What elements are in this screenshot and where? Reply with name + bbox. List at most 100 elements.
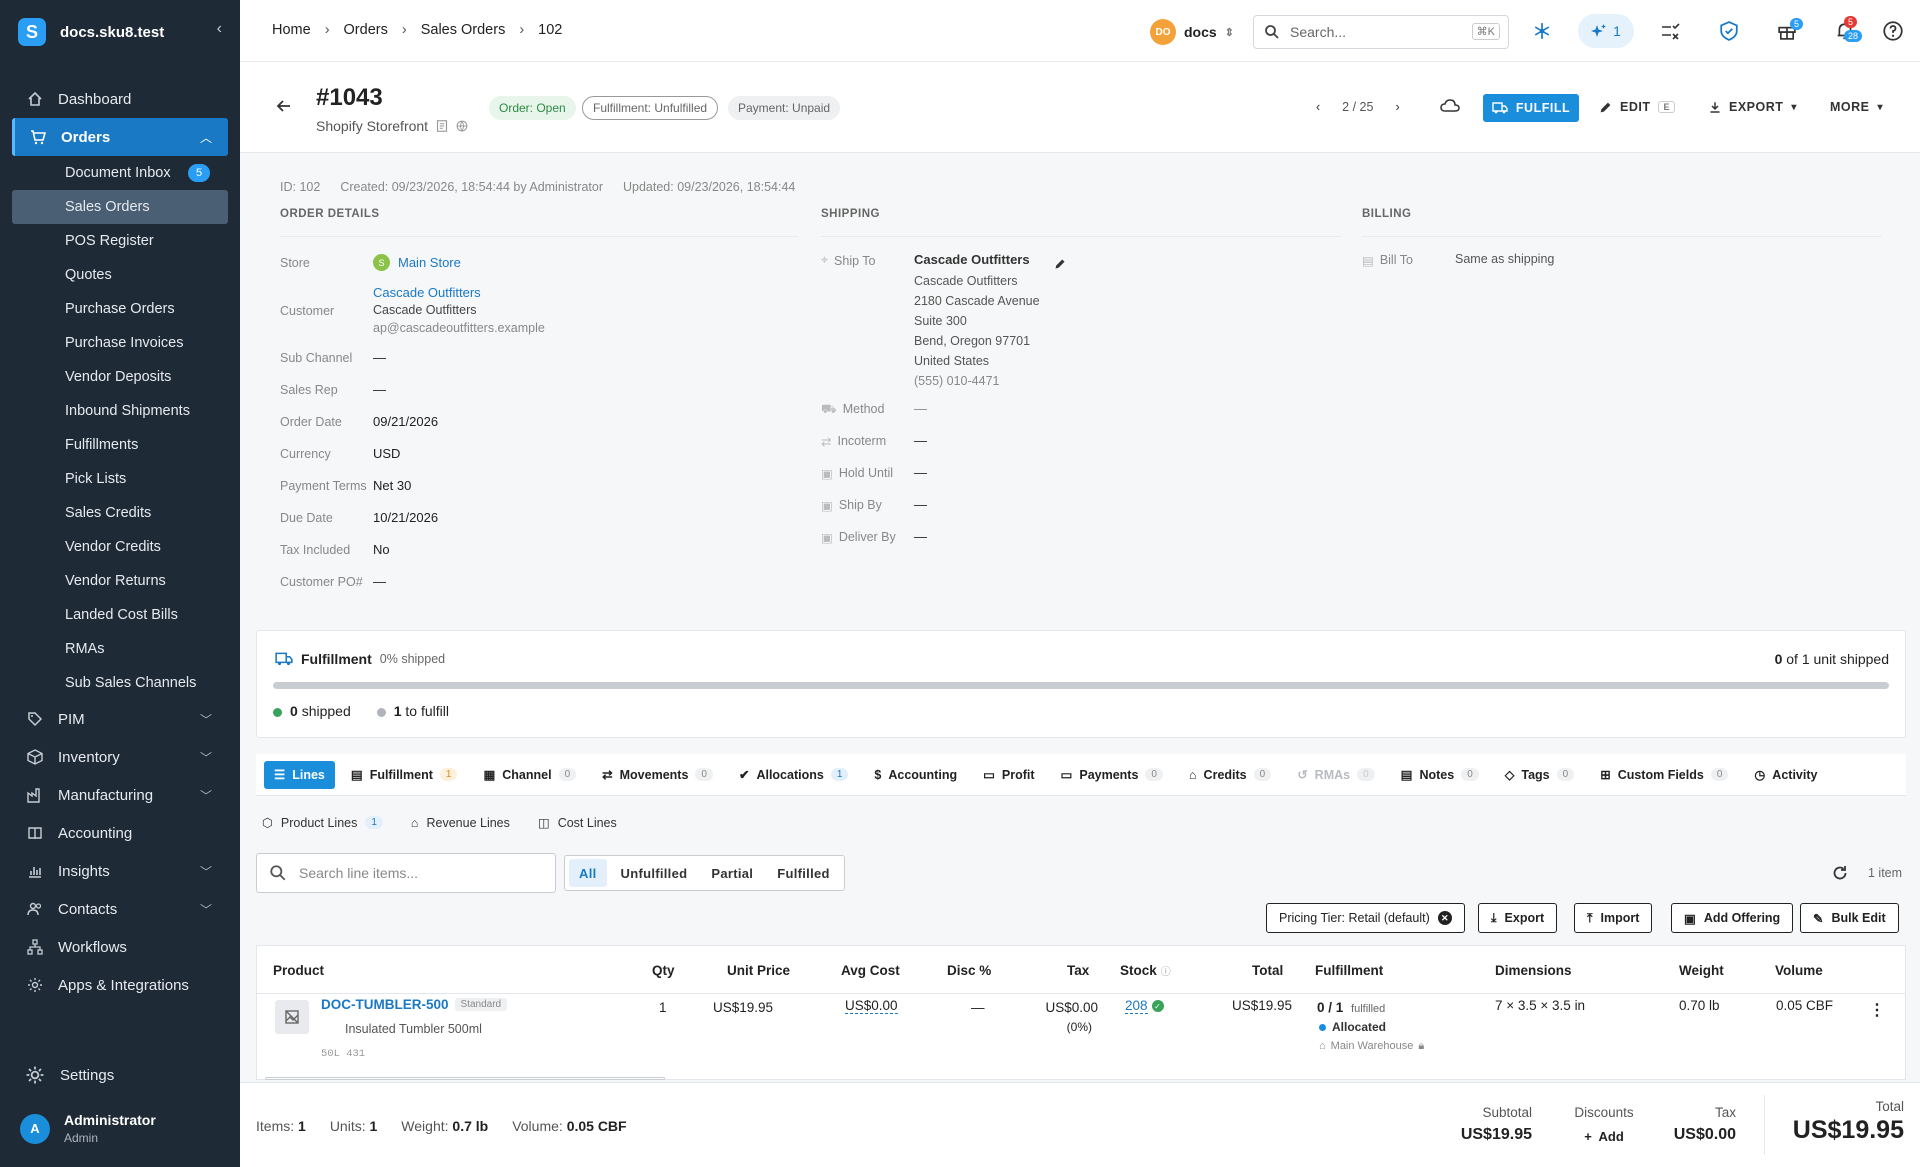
sidebar-sub-vendor-credits[interactable]: Vendor Credits [12, 530, 228, 564]
discount-cell[interactable]: — [971, 1000, 985, 1015]
tab-credits[interactable]: ⌂ Credits 0 [1179, 761, 1281, 789]
close-circle-icon[interactable]: ✕ [1437, 911, 1452, 925]
sidebar-item-dashboard[interactable]: Dashboard [12, 80, 228, 118]
sidebar-item-settings[interactable]: Settings [26, 1066, 114, 1084]
export-button[interactable]: EXPORT ▾ [1709, 100, 1797, 114]
back-arrow-icon[interactable] [276, 98, 292, 114]
row-menu-icon[interactable]: ⋮ [1869, 1000, 1885, 1020]
shield-icon[interactable] [1718, 20, 1740, 42]
column-header-tax[interactable]: Tax [1067, 963, 1089, 978]
column-header-unit-price[interactable]: Unit Price [727, 963, 790, 978]
stock-link[interactable]: 208 [1125, 998, 1148, 1014]
sidebar-sub-pick-lists[interactable]: Pick Lists [12, 462, 228, 496]
horizontal-scrollbar[interactable] [265, 1077, 665, 1080]
sidebar-item-inventory[interactable]: Inventory ﹀ [12, 738, 228, 776]
subtab-cost-lines[interactable]: ◫ Cost Lines [538, 815, 617, 831]
sidebar-item-accounting[interactable]: Accounting [12, 814, 228, 852]
more-button[interactable]: MORE ▾ [1830, 100, 1883, 114]
sidebar-item-apps-integrations[interactable]: Apps & Integrations [12, 966, 228, 1004]
sidebar-item-manufacturing[interactable]: Manufacturing ﹀ [12, 776, 228, 814]
column-header-total[interactable]: Total [1252, 963, 1283, 978]
filter-all[interactable]: All [569, 859, 607, 887]
sidebar-sub-document-inbox[interactable]: Document Inbox 5 [12, 156, 228, 190]
sidebar-sub-purchase-orders[interactable]: Purchase Orders [12, 292, 228, 326]
refresh-icon[interactable] [1832, 865, 1848, 881]
brand[interactable]: S docs.sku8.test [18, 18, 164, 46]
chevron-right-icon[interactable]: › [1395, 100, 1399, 114]
tab-fulfillment[interactable]: ▤ Fulfillment 1 [341, 761, 468, 789]
sidebar-sub-inbound-shipments[interactable]: Inbound Shipments [12, 394, 228, 428]
subtab-revenue-lines[interactable]: ⌂ Revenue Lines [411, 815, 510, 830]
unit-price-cell[interactable]: US$19.95 [713, 1000, 773, 1015]
import-lines-button[interactable]: ⤒ Import [1574, 903, 1653, 933]
tab-accounting[interactable]: $ Accounting [864, 761, 967, 789]
cloud-sync-icon[interactable] [1440, 98, 1460, 114]
tab-notes[interactable]: ▤ Notes 0 [1391, 761, 1489, 789]
sidebar-item-orders[interactable]: Orders ︿ [12, 118, 228, 156]
tab-channel[interactable]: ▦ Channel 0 [473, 761, 586, 789]
column-header-stock[interactable]: Stock ⓘ [1120, 963, 1171, 978]
sidebar-sub-pos-register[interactable]: POS Register [12, 224, 228, 258]
help-icon[interactable] [1882, 20, 1904, 42]
tasks-icon[interactable] [1660, 20, 1682, 42]
column-header-fulfillment[interactable]: Fulfillment [1315, 963, 1383, 978]
user-menu[interactable]: A Administrator Admin [20, 1112, 156, 1145]
tab-allocations[interactable]: ✔ Allocations 1 [729, 761, 858, 789]
tab-tags[interactable]: ◇ Tags 0 [1495, 761, 1584, 789]
global-search[interactable]: Search... ⌘K [1253, 15, 1509, 49]
ai-assistant-button[interactable]: 1 [1578, 14, 1634, 48]
column-header-disc[interactable]: Disc % [947, 963, 991, 978]
tab-lines[interactable]: ☰ Lines [264, 760, 335, 789]
receipt-icon[interactable] [436, 120, 448, 132]
chevron-left-icon[interactable]: ‹ [217, 20, 222, 38]
subtab-product-lines[interactable]: ⬡ Product Lines 1 [262, 815, 383, 830]
sidebar-item-pim[interactable]: PIM ﹀ [12, 700, 228, 738]
qty-cell[interactable]: 1 [659, 1000, 667, 1015]
breadcrumb-orders[interactable]: Orders [344, 22, 388, 38]
edit-address-pencil-icon[interactable] [1054, 258, 1066, 270]
breadcrumb-home[interactable]: Home [272, 22, 311, 38]
sidebar-sub-sub-sales-channels[interactable]: Sub Sales Channels [12, 666, 228, 700]
tab-payments[interactable]: ▭ Payments 0 [1051, 761, 1173, 789]
column-header-qty[interactable]: Qty [652, 963, 675, 978]
customer-link[interactable]: Cascade Outfitters [373, 285, 481, 300]
sidebar-sub-vendor-returns[interactable]: Vendor Returns [12, 564, 228, 598]
column-header-weight[interactable]: Weight [1679, 963, 1724, 978]
sidebar-sub-purchase-invoices[interactable]: Purchase Invoices [12, 326, 228, 360]
sidebar-sub-landed-cost-bills[interactable]: Landed Cost Bills [12, 598, 228, 632]
filter-unfulfilled[interactable]: Unfulfilled [611, 859, 698, 887]
edit-button[interactable]: EDIT E [1599, 100, 1675, 114]
sidebar-sub-quotes[interactable]: Quotes [12, 258, 228, 292]
line-items-search-input[interactable]: Search line items... [256, 853, 556, 893]
bulk-edit-button[interactable]: ✎ Bulk Edit [1800, 903, 1899, 933]
globe-icon[interactable] [456, 120, 468, 132]
add-offering-button[interactable]: ▣ Add Offering [1671, 903, 1794, 933]
sidebar-item-insights[interactable]: Insights ﹀ [12, 852, 228, 890]
sidebar-sub-vendor-deposits[interactable]: Vendor Deposits [12, 360, 228, 394]
sidebar-item-contacts[interactable]: Contacts ﹀ [12, 890, 228, 928]
column-header-avg-cost[interactable]: Avg Cost [841, 963, 900, 978]
sidebar-sub-sales-orders[interactable]: Sales Orders [12, 190, 228, 224]
column-header-dimensions[interactable]: Dimensions [1495, 963, 1572, 978]
pricing-tier-chip[interactable]: Pricing Tier: Retail (default) ✕ [1266, 903, 1465, 933]
avg-cost-link[interactable]: US$0.00 [845, 998, 898, 1014]
column-header-volume[interactable]: Volume [1775, 963, 1823, 978]
filter-partial[interactable]: Partial [701, 859, 763, 887]
chevron-left-icon[interactable]: ‹ [1316, 100, 1320, 114]
snowflake-icon[interactable] [1531, 20, 1553, 42]
sidebar-item-workflows[interactable]: Workflows [12, 928, 228, 966]
tab-activity[interactable]: ◷ Activity [1744, 761, 1827, 789]
add-discount-button[interactable]: + Add [1562, 1129, 1646, 1144]
sidebar-sub-fulfillments[interactable]: Fulfillments [12, 428, 228, 462]
column-header-product[interactable]: Product [273, 963, 324, 978]
fulfill-button[interactable]: FULFILL [1483, 94, 1579, 122]
product-sku-link[interactable]: DOC-TUMBLER-500 [321, 997, 449, 1012]
export-lines-button[interactable]: ⤓ Export [1478, 903, 1558, 933]
tab-custom-fields[interactable]: ⊞ Custom Fields 0 [1590, 761, 1738, 789]
tab-profit[interactable]: ▭ Profit [973, 761, 1044, 789]
sidebar-sub-sales-credits[interactable]: Sales Credits [12, 496, 228, 530]
filter-fulfilled[interactable]: Fulfilled [767, 859, 840, 887]
sidebar-sub-rmas[interactable]: RMAs [12, 632, 228, 666]
tab-movements[interactable]: ⇄ Movements 0 [592, 761, 723, 789]
store-link[interactable]: Main Store [398, 255, 461, 270]
